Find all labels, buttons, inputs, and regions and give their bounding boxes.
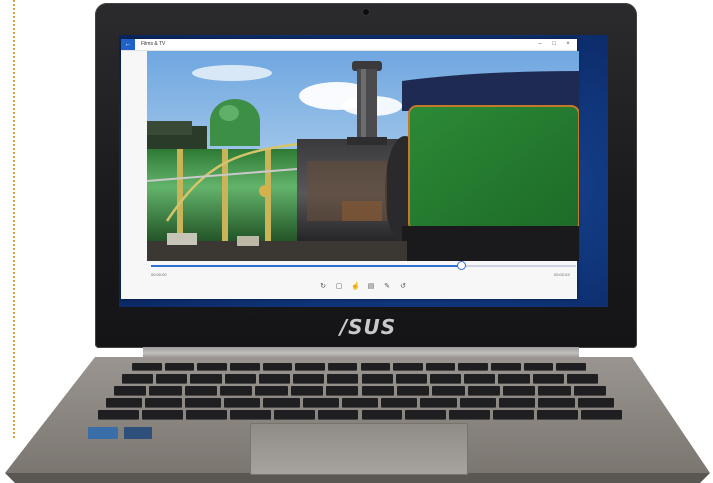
elapsed-time: 00:00:00 [151, 272, 167, 277]
title-bar: ← Films & TV – □ × [121, 39, 577, 51]
keyboard-key [381, 398, 418, 407]
film-icon[interactable]: ▤ [367, 283, 375, 291]
keyboard-key [98, 410, 139, 419]
keyboard-key [185, 410, 227, 419]
keyboard-key [523, 363, 554, 370]
keyboard-key [467, 386, 500, 395]
keyboard-key [361, 374, 393, 383]
keyboard-key [184, 386, 218, 395]
webcam [363, 9, 369, 15]
keyboard-key [258, 374, 291, 383]
keyboard-key [327, 363, 358, 370]
intel-sticker [88, 427, 118, 439]
keyboard-key [566, 374, 598, 383]
keyboard-key [197, 363, 227, 370]
keyboard-key [341, 398, 379, 407]
keyboard-key [581, 410, 622, 419]
keyboard-key [538, 398, 575, 407]
keyboard-key [262, 363, 293, 370]
keyboard-key [464, 374, 496, 383]
keyboard-key [538, 386, 571, 395]
keyboard-key [229, 363, 260, 370]
keyboard-key [498, 374, 530, 383]
keyboard-key [432, 386, 465, 395]
asus-logo: /SUS [339, 315, 397, 339]
keyboard-key [190, 374, 222, 383]
keyboard-key [425, 363, 456, 370]
keyboard-key [255, 386, 288, 395]
keyboard-key [164, 363, 195, 370]
locomotive-photo [147, 51, 579, 261]
keyboard-key [458, 363, 489, 370]
keyboard-key [132, 363, 162, 370]
keyboard-key [405, 410, 447, 419]
keyboard-key [302, 398, 339, 407]
pen-icon[interactable]: ✎ [383, 283, 391, 291]
remaining-time: 00:02:03 [554, 272, 570, 277]
keyboard-key [141, 410, 183, 419]
keyboard-key [184, 398, 221, 407]
window-title: Films & TV [141, 41, 166, 47]
keyboard-key [295, 363, 325, 370]
keyboard-key [220, 386, 253, 395]
minimize-button[interactable]: – [533, 39, 547, 50]
keyboard-key [396, 386, 430, 395]
keyboard-key [491, 363, 521, 370]
keyboard-key [499, 398, 536, 407]
keyboard-key [361, 386, 394, 395]
keyboard-key [393, 363, 423, 370]
back-button[interactable]: ← [121, 39, 135, 50]
keyboard-key [145, 398, 182, 407]
keyboard-key [502, 386, 536, 395]
keyboard-key [420, 398, 457, 407]
maximize-button[interactable]: □ [547, 39, 561, 50]
seek-bar-progress [151, 265, 462, 267]
keyboard-key [106, 398, 143, 407]
keyboard-key [556, 363, 586, 370]
touch-icon[interactable]: ☝ [351, 283, 360, 291]
keyboard-key [573, 386, 606, 395]
seek-handle[interactable] [457, 261, 467, 270]
keyboard-key [223, 398, 261, 407]
keyboard-key [395, 374, 427, 383]
keyboard-key [493, 410, 535, 419]
keyboard-key [361, 410, 403, 419]
keyboard-key [449, 410, 491, 419]
desktop-screen: ← Films & TV – □ × 00:00:00 00:02:03 ↻ ▢… [119, 35, 608, 307]
app-window: ← Films & TV – □ × 00:00:00 00:02:03 ↻ ▢… [121, 39, 579, 299]
keyboard-key [114, 386, 147, 395]
keyboard-key [293, 374, 325, 383]
keyboard-key [224, 374, 256, 383]
keyboard-key [156, 374, 188, 383]
keyboard-key [149, 386, 182, 395]
keyboard-key [577, 398, 614, 407]
keyboard-key [532, 374, 564, 383]
keyboard-key [429, 374, 462, 383]
video-frame[interactable] [147, 51, 579, 261]
laptop-base [0, 355, 713, 483]
keyboard-key [290, 386, 324, 395]
keyboard-key [263, 398, 300, 407]
laptop-lid: ← Films & TV – □ × 00:00:00 00:02:03 ↻ ▢… [95, 3, 637, 348]
keyboard-key [317, 410, 359, 419]
keyboard-key [537, 410, 579, 419]
keyboard-key [360, 363, 391, 370]
refresh-icon[interactable]: ↺ [399, 283, 407, 291]
keyboard-key [326, 386, 359, 395]
close-button[interactable]: × [561, 39, 575, 50]
touchpad[interactable] [250, 423, 468, 475]
keyboard-key [459, 398, 497, 407]
windows-sticker [124, 427, 152, 439]
crop-icon[interactable]: ▢ [335, 283, 343, 291]
keyboard-key [327, 374, 359, 383]
keyboard-key [229, 410, 271, 419]
seek-bar[interactable] [151, 261, 576, 270]
keyboard-key [273, 410, 315, 419]
keyboard-key [122, 374, 154, 383]
rotate-icon[interactable]: ↻ [319, 283, 327, 291]
